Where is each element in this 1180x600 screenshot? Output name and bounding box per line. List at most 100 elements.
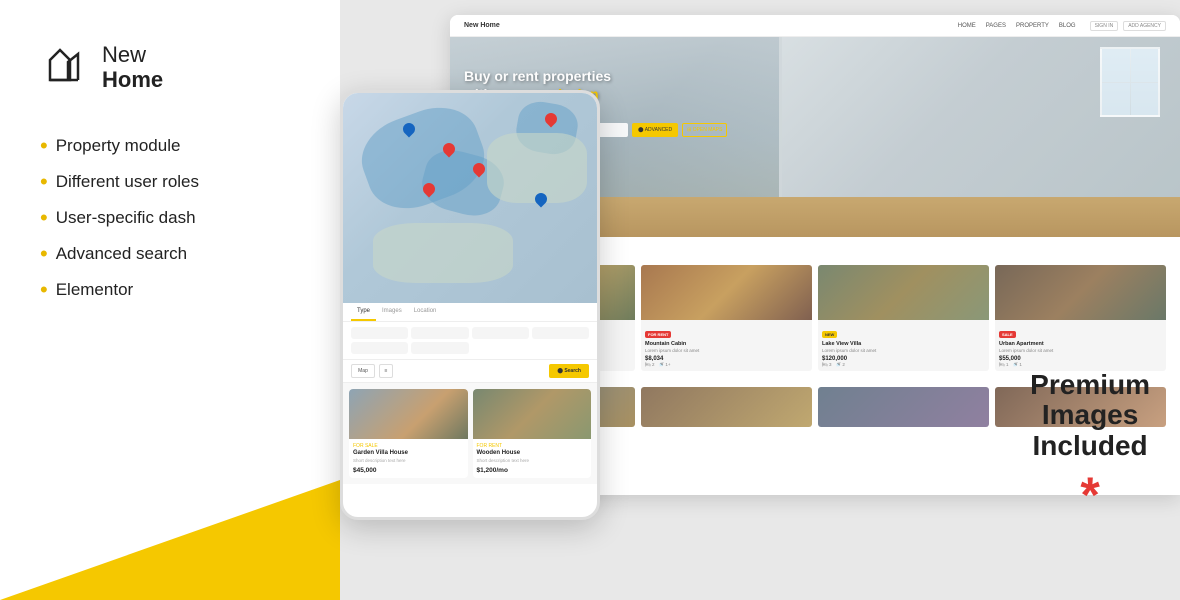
property-card-4: SALE Urban Apartment Lorem ipsum dolor s… — [995, 265, 1166, 371]
filter-row-1 — [351, 327, 469, 339]
logo-text: New Home — [102, 43, 163, 91]
beds-4: 🛏 1 — [999, 362, 1008, 368]
filter-beds[interactable] — [351, 342, 408, 354]
filter-price-max[interactable] — [532, 327, 589, 339]
property-card-body-2: FOR RENT Mountain Cabin Lorem ipsum dolo… — [641, 320, 812, 371]
window-pane — [1102, 83, 1130, 116]
mobile-prop-body-2: FOR RENT Wooden House Short description … — [473, 439, 592, 478]
filter-price-min[interactable] — [472, 327, 529, 339]
property-tag-2: FOR RENT — [645, 331, 671, 338]
mobile-prop-img-2 — [473, 389, 592, 439]
bullet-icon: • — [40, 279, 48, 301]
map-pin-6 — [545, 113, 557, 129]
mobile-tab-location[interactable]: Location — [408, 303, 443, 321]
beds-3: 🛏 3 — [822, 362, 831, 368]
property-card-body-4: SALE Urban Apartment Lorem ipsum dolor s… — [995, 320, 1166, 371]
property-meta-3: 🛏 3 🚿 2 — [822, 362, 985, 368]
property-desc-4: Lorem ipsum dolor sit amet — [999, 348, 1162, 354]
mobile-list-btn[interactable]: ≡ — [379, 364, 393, 378]
hero-advanced-btn[interactable]: ⬤ ADVANCED — [632, 123, 678, 137]
baths-2: 🚿 1+ — [658, 362, 670, 368]
nav-links: HOME PAGES PROPERTY BLOG — [958, 23, 1076, 29]
property-desc-3: Lorem ipsum dolor sit amet — [822, 348, 985, 354]
logo-icon — [40, 40, 90, 95]
premium-line2: Images — [1030, 400, 1150, 431]
mobile-tab-images[interactable]: Images — [376, 303, 408, 321]
feature-label-5: Elementor — [56, 280, 133, 300]
premium-line3: Included — [1030, 431, 1150, 462]
yellow-triangle-decoration — [0, 480, 340, 600]
mobile-map — [343, 93, 597, 303]
hero-line1: Buy or rent properties — [464, 67, 727, 85]
mobile-prop-price-1: $45,000 — [353, 467, 464, 474]
room-window — [1100, 47, 1160, 117]
mobile-filters — [343, 322, 597, 360]
map-pin-4 — [403, 123, 415, 139]
map-pin-3 — [473, 163, 485, 179]
more-prop-img-3 — [818, 387, 989, 427]
property-title-4: Urban Apartment — [999, 341, 1162, 347]
property-tag-3: NEW — [822, 331, 837, 338]
bullet-icon: • — [40, 171, 48, 193]
bullet-icon: • — [40, 207, 48, 229]
filter-row-2 — [472, 327, 590, 339]
filter-baths[interactable] — [411, 342, 468, 354]
mobile-prop-card-2: FOR RENT Wooden House Short description … — [473, 389, 592, 478]
premium-badge: Premium Images Included * — [1030, 370, 1150, 520]
beds-2: 🛏 2 — [645, 362, 654, 368]
map-pin-2 — [423, 183, 435, 199]
bullet-icon: • — [40, 243, 48, 265]
feature-label-1: Property module — [56, 136, 181, 156]
features-list: • Property module • Different user roles… — [40, 135, 300, 301]
mobile-prop-desc-2: Short description text here — [477, 458, 588, 464]
nav-link-home: HOME — [958, 23, 976, 29]
nav-link-blog: BLOG — [1059, 23, 1076, 29]
feature-item-1: • Property module — [40, 135, 300, 157]
nav-link-pages: PAGES — [986, 23, 1006, 29]
desktop-logo: New Home — [464, 22, 500, 29]
mobile-prop-img-1 — [349, 389, 468, 439]
mobile-prop-title-2: Wooden House — [477, 450, 588, 456]
map-pin-1 — [443, 143, 455, 159]
mobile-search-submit[interactable]: ⬤ Search — [549, 364, 589, 378]
property-img-4 — [995, 265, 1166, 320]
mobile-properties: FOR SALE Garden Villa House Short descri… — [343, 383, 597, 484]
property-tag-4: SALE — [999, 331, 1016, 338]
map-pin-5 — [535, 193, 547, 209]
hero-open-maps-btn[interactable]: ⊞ OPEN MAPS — [682, 123, 727, 137]
window-pane — [1131, 49, 1159, 82]
logo-area: New Home — [40, 40, 300, 95]
property-meta-4: 🛏 1 🚿 1 — [999, 362, 1162, 368]
signin-btn[interactable]: SIGN IN — [1090, 21, 1119, 31]
left-panel: New Home • Property module • Different u… — [0, 0, 340, 600]
filter-row-3 — [351, 342, 469, 354]
premium-line1: Premium — [1030, 370, 1150, 401]
mobile-tabs: Type Images Location — [343, 303, 597, 322]
baths-3: 🚿 2 — [835, 362, 844, 368]
feature-item-4: • Advanced search — [40, 243, 300, 265]
mobile-tab-type[interactable]: Type — [351, 303, 376, 321]
add-agency-btn[interactable]: ADD AGENCY — [1123, 21, 1166, 31]
feature-label-2: Different user roles — [56, 172, 199, 192]
mobile-map-btn[interactable]: Map — [351, 364, 375, 378]
property-img-2 — [641, 265, 812, 320]
mobile-prop-price-2: $1,200/mo — [477, 467, 588, 474]
feature-item-2: • Different user roles — [40, 171, 300, 193]
filter-address[interactable] — [411, 327, 468, 339]
feature-item-3: • User-specific dash — [40, 207, 300, 229]
bullet-icon: • — [40, 135, 48, 157]
property-card-3: NEW Lake View Villa Lorem ipsum dolor si… — [818, 265, 989, 371]
feature-label-4: Advanced search — [56, 244, 187, 264]
property-title-2: Mountain Cabin — [645, 341, 808, 347]
property-desc-2: Lorem ipsum dolor sit amet — [645, 348, 808, 354]
mobile-prop-card-1: FOR SALE Garden Villa House Short descri… — [349, 389, 468, 478]
property-img-3 — [818, 265, 989, 320]
baths-4: 🚿 1 — [1012, 362, 1021, 368]
nav-link-property: PROPERTY — [1016, 23, 1049, 29]
property-title-3: Lake View Villa — [822, 341, 985, 347]
nav-buttons: SIGN IN ADD AGENCY — [1090, 21, 1166, 31]
brand-name-line1: New — [102, 43, 163, 67]
filter-keyword[interactable] — [351, 327, 408, 339]
map-land-2 — [373, 223, 513, 283]
feature-label-3: User-specific dash — [56, 208, 196, 228]
